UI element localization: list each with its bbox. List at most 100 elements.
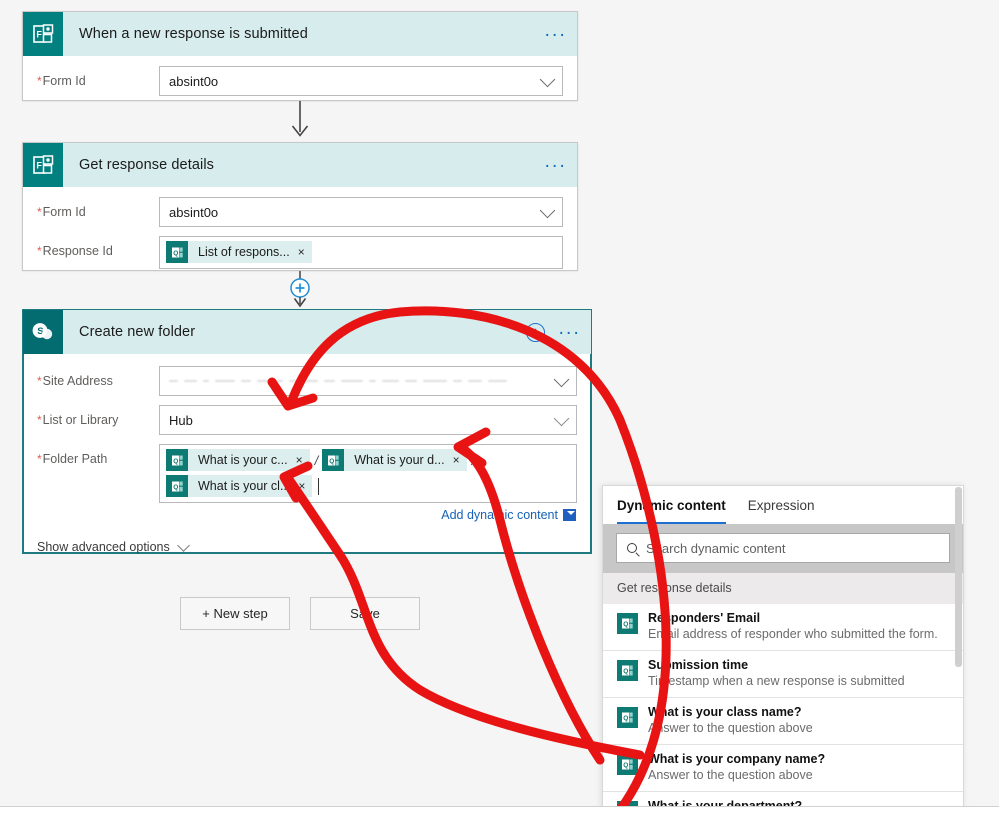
- field-control: Q List of respons... ×: [159, 236, 563, 269]
- site-address-input[interactable]: [159, 366, 577, 396]
- flow-step-card-create-new-folder[interactable]: S Create new folder i ... *Site Address: [22, 309, 592, 554]
- remove-token-icon[interactable]: ×: [298, 480, 312, 492]
- search-placeholder: Search dynamic content: [646, 540, 786, 556]
- microsoft-forms-token-icon: Q: [617, 707, 638, 728]
- list-item-title: What is your company name?: [648, 752, 826, 766]
- svg-text:Q: Q: [623, 762, 628, 769]
- more-options-icon[interactable]: ...: [545, 152, 567, 173]
- microsoft-forms-token-icon: Q: [617, 613, 638, 634]
- card-header-actions: ...: [545, 12, 567, 56]
- dynamic-content-icon[interactable]: [563, 509, 576, 521]
- field-label: *List or Library: [37, 413, 119, 427]
- redacted-value: [169, 367, 507, 395]
- field-label: *Response Id: [37, 244, 113, 258]
- save-button[interactable]: Save: [310, 597, 420, 630]
- info-icon[interactable]: i: [525, 322, 545, 342]
- list-item[interactable]: Q Submission time Timestamp when a new r…: [603, 651, 963, 698]
- field-control: absint0o: [159, 197, 563, 227]
- chevron-down-icon[interactable]: [539, 202, 556, 219]
- field-form-id: *Form Id absint0o: [37, 197, 563, 227]
- search-dynamic-content-input[interactable]: Search dynamic content: [616, 533, 950, 563]
- chevron-down-icon[interactable]: [539, 71, 556, 88]
- folder-path-input[interactable]: Q What is your c... × / Q What is your d…: [159, 444, 577, 503]
- list-item[interactable]: Q What is your company name? Answer to t…: [603, 745, 963, 792]
- connector-arrow-1: [280, 101, 320, 141]
- search-area: Search dynamic content: [603, 524, 963, 573]
- microsoft-forms-icon: F: [23, 143, 63, 187]
- list-item-subtitle: Answer to the question above: [648, 721, 813, 735]
- connector-insert-step[interactable]: [280, 271, 320, 309]
- tab-dynamic-content[interactable]: Dynamic content: [617, 498, 726, 524]
- more-options-icon[interactable]: ...: [545, 21, 567, 42]
- show-advanced-options-toggle[interactable]: Show advanced options: [37, 538, 577, 554]
- required-asterisk: *: [37, 413, 42, 427]
- more-options-icon[interactable]: ...: [559, 319, 581, 340]
- flow-step-card-trigger[interactable]: F When a new response is submitted ... *…: [22, 11, 578, 101]
- list-item-subtitle: Email address of responder who submitted…: [648, 627, 938, 641]
- card-header: F When a new response is submitted ...: [23, 12, 577, 56]
- card-title: When a new response is submitted: [79, 26, 308, 42]
- dynamic-content-group-label: Get response details: [603, 573, 963, 604]
- response-id-input[interactable]: Q List of respons... ×: [159, 236, 563, 269]
- field-control: Q What is your c... × / Q What is your d…: [159, 444, 577, 522]
- list-item-title: Submission time: [648, 658, 749, 672]
- svg-text:Q: Q: [623, 715, 628, 722]
- form-id-input[interactable]: absint0o: [159, 197, 563, 227]
- sharepoint-icon: S: [23, 310, 63, 354]
- dynamic-token[interactable]: Q What is your c... ×: [166, 449, 310, 471]
- svg-text:Q: Q: [623, 621, 628, 628]
- add-dynamic-content-row: Add dynamic content: [159, 508, 577, 522]
- dynamic-token[interactable]: Q List of respons... ×: [166, 241, 312, 263]
- list-or-library-input[interactable]: Hub: [159, 405, 577, 435]
- field-folder-path: *Folder Path Q What is your c... × / Q W…: [37, 444, 577, 522]
- svg-text:Q: Q: [173, 458, 178, 465]
- chevron-down-icon: [176, 538, 190, 552]
- token-label: What is your cl...: [198, 479, 291, 493]
- token-label: What is your c...: [198, 453, 288, 467]
- list-item-title: Responders' Email: [648, 611, 761, 625]
- list-item-title: What is your class name?: [648, 705, 802, 719]
- tab-expression[interactable]: Expression: [748, 498, 815, 524]
- window-bottom-strip: [0, 806, 999, 814]
- panel-scrollbar[interactable]: [955, 487, 962, 667]
- list-item[interactable]: Q What is your class name? Answer to the…: [603, 698, 963, 745]
- form-id-input[interactable]: absint0o: [159, 66, 563, 96]
- remove-token-icon[interactable]: ×: [298, 246, 312, 258]
- microsoft-forms-token-icon: Q: [166, 475, 188, 497]
- flow-step-card-get-response-details[interactable]: F Get response details ... *Form Id absi…: [22, 142, 578, 271]
- field-control: Hub: [159, 405, 577, 435]
- add-dynamic-content-link[interactable]: Add dynamic content: [441, 508, 558, 522]
- token-label: What is your d...: [354, 453, 445, 467]
- chevron-down-icon[interactable]: [553, 410, 570, 427]
- microsoft-forms-token-icon: Q: [617, 660, 638, 681]
- list-item[interactable]: Q Responders' Email Email address of res…: [603, 604, 963, 651]
- dynamic-content-panel: Dynamic content Expression Search dynami…: [602, 485, 964, 814]
- remove-token-icon[interactable]: ×: [453, 454, 467, 466]
- show-advanced-options-label: Show advanced options: [37, 540, 170, 554]
- text-caret: [318, 477, 320, 495]
- card-title: Create new folder: [79, 324, 196, 340]
- card-header: F Get response details ...: [23, 143, 577, 187]
- path-separator: /: [314, 452, 319, 468]
- remove-token-icon[interactable]: ×: [296, 454, 310, 466]
- list-or-library-value: Hub: [169, 412, 193, 428]
- form-id-value: absint0o: [169, 73, 219, 89]
- field-label: *Form Id: [37, 74, 86, 88]
- dynamic-token[interactable]: Q What is your cl... ×: [166, 475, 313, 497]
- path-separator: /: [471, 452, 476, 468]
- dynamic-token[interactable]: Q What is your d... ×: [322, 449, 467, 471]
- svg-text:Q: Q: [329, 458, 334, 465]
- field-label: *Form Id: [37, 205, 86, 219]
- search-icon: [627, 543, 637, 553]
- card-header: S Create new folder i ...: [23, 310, 591, 354]
- list-item-subtitle: Answer to the question above: [648, 768, 813, 782]
- required-asterisk: *: [37, 374, 42, 388]
- form-id-value: absint0o: [169, 204, 219, 220]
- list-item-subtitle: Timestamp when a new response is submitt…: [648, 674, 905, 688]
- microsoft-forms-token-icon: Q: [617, 754, 638, 775]
- new-step-button[interactable]: + New step: [180, 597, 290, 630]
- card-body: *Site Address *List or Library Hub *Fold…: [23, 354, 591, 566]
- token-label: List of respons...: [198, 245, 290, 259]
- dynamic-content-tabs: Dynamic content Expression: [603, 486, 963, 524]
- chevron-down-icon[interactable]: [553, 371, 570, 388]
